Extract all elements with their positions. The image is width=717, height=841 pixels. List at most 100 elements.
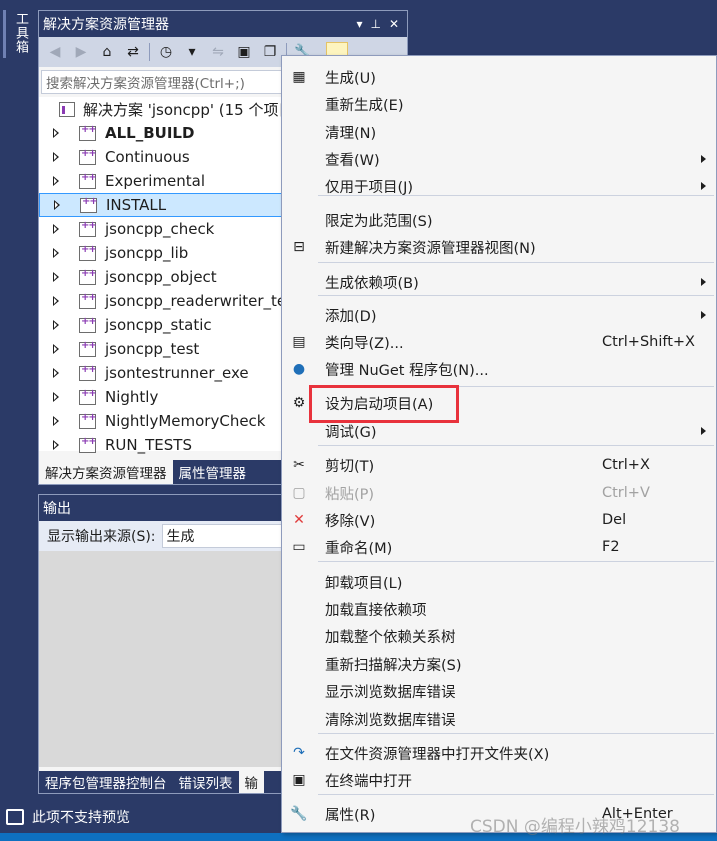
menu-separator: [318, 295, 714, 296]
history-icon[interactable]: ◷: [156, 42, 176, 62]
expand-arrow-icon[interactable]: [51, 439, 61, 451]
menu-item[interactable]: ↷ 在文件资源管理器中打开文件夹(X): [282, 740, 716, 766]
pin-icon[interactable]: ⊥: [370, 17, 380, 31]
build-icon: ▦: [292, 69, 306, 85]
menu-item-label: 仅用于项目(J): [325, 179, 414, 196]
expand-arrow-icon[interactable]: [51, 151, 61, 163]
menu-item[interactable]: ● 管理 NuGet 程序包(N)...: [282, 356, 716, 382]
cpp-project-icon: [79, 364, 96, 381]
menu-item[interactable]: 卸载项目(L): [282, 569, 716, 595]
project-label: NightlyMemoryCheck: [105, 412, 266, 430]
expand-arrow-icon[interactable]: [51, 223, 61, 235]
expand-arrow-icon[interactable]: [51, 127, 61, 139]
expand-arrow-icon[interactable]: [52, 199, 62, 211]
tab-output[interactable]: 输: [238, 771, 264, 793]
nuget-icon: ●: [292, 361, 306, 377]
terminal-icon: ▣: [292, 772, 306, 788]
submenu-arrow-icon: [701, 427, 706, 435]
status-text: 此项不支持预览: [32, 809, 130, 826]
watermark: CSDN @编程小辣鸡12138: [470, 817, 680, 837]
menu-item-label: 调试(G): [325, 424, 377, 441]
expand-arrow-icon[interactable]: [51, 175, 61, 187]
collapse-all-icon[interactable]: ▣: [234, 42, 254, 62]
cpp-project-icon: [79, 244, 96, 261]
menu-anchor-tab: [326, 42, 348, 56]
menu-item-label: 生成(U): [325, 70, 376, 87]
forward-icon[interactable]: ▶: [71, 42, 91, 62]
back-icon[interactable]: ◀: [45, 42, 65, 62]
submenu-arrow-icon: [701, 278, 706, 286]
tab-package-manager-console[interactable]: 程序包管理器控制台: [39, 771, 173, 793]
solution-explorer-title-bar: 解决方案资源管理器 ▾ ⊥ ✕: [39, 11, 407, 37]
menu-item[interactable]: 显示浏览数据库错误: [282, 678, 716, 704]
menu-item-label: 加载整个依赖关系树: [325, 629, 456, 646]
cpp-project-icon: [79, 268, 96, 285]
project-label: Continuous: [105, 148, 190, 166]
menu-item[interactable]: ✂ 剪切(T) Ctrl+X: [282, 452, 716, 478]
menu-item-label: 重新生成(E): [325, 97, 404, 114]
menu-item[interactable]: 重新生成(E): [282, 91, 716, 117]
menu-item[interactable]: 生成依赖项(B): [282, 269, 716, 295]
menu-item-label: 清除浏览数据库错误: [325, 712, 456, 729]
menu-item[interactable]: 限定为此范围(S): [282, 207, 716, 233]
switch-views-icon[interactable]: ⇄: [123, 42, 143, 62]
rename-icon: ▭: [292, 539, 306, 555]
menu-item[interactable]: ▢ 粘贴(P) Ctrl+V: [282, 480, 716, 506]
show-all-files-icon[interactable]: ❐: [260, 42, 280, 62]
menu-item[interactable]: 清理(N): [282, 119, 716, 145]
submenu-arrow-icon: [701, 155, 706, 163]
cpp-project-icon: [79, 292, 96, 309]
tab-error-list[interactable]: 错误列表: [173, 771, 239, 793]
menu-item-shortcut: Ctrl+X: [602, 457, 650, 473]
menu-item-label: 重新扫描解决方案(S): [325, 657, 462, 674]
menu-item[interactable]: ✕ 移除(V) Del: [282, 507, 716, 533]
menu-item-label: 类向导(Z)...: [325, 335, 404, 352]
menu-item[interactable]: 重新扫描解决方案(S): [282, 651, 716, 677]
comment-icon: [6, 808, 24, 825]
cpp-project-icon: [79, 148, 96, 165]
expand-arrow-icon[interactable]: [51, 367, 61, 379]
menu-item-label: 管理 NuGet 程序包(N)...: [325, 362, 489, 379]
menu-item-label: 限定为此范围(S): [325, 213, 433, 230]
dropdown-icon[interactable]: ▾: [356, 17, 362, 31]
menu-item[interactable]: ▤ 类向导(Z)... Ctrl+Shift+X: [282, 329, 716, 355]
menu-item[interactable]: 加载直接依赖项: [282, 596, 716, 622]
menu-item[interactable]: 查看(W): [282, 146, 716, 172]
toolbar-divider: [149, 43, 150, 61]
new-view-icon: ⊟: [293, 239, 305, 255]
solution-explorer-title: 解决方案资源管理器: [43, 17, 169, 33]
tab-property-manager[interactable]: 属性管理器: [173, 460, 253, 484]
remove-icon: ✕: [293, 512, 305, 528]
expand-arrow-icon[interactable]: [51, 319, 61, 331]
menu-item-label: 剪切(T): [325, 458, 375, 475]
menu-item[interactable]: ▭ 重命名(M) F2: [282, 534, 716, 560]
sync-icon[interactable]: ⇋: [208, 42, 228, 62]
project-label: ALL_BUILD: [105, 124, 195, 142]
menu-item[interactable]: 清除浏览数据库错误: [282, 706, 716, 732]
toolbox-strip: 工具箱: [0, 0, 38, 800]
home-icon[interactable]: ⌂: [97, 42, 117, 62]
expand-arrow-icon[interactable]: [51, 415, 61, 427]
menu-item[interactable]: ⊟ 新建解决方案资源管理器视图(N): [282, 234, 716, 260]
paste-icon: ▢: [292, 485, 306, 501]
menu-separator: [318, 733, 714, 734]
menu-item[interactable]: ▣ 在终端中打开: [282, 767, 716, 793]
menu-item[interactable]: 添加(D): [282, 302, 716, 328]
expand-arrow-icon[interactable]: [51, 343, 61, 355]
cpp-project-icon: [79, 316, 96, 333]
scissors-icon: ✂: [293, 457, 305, 473]
chevron-down-icon[interactable]: ▾: [182, 42, 202, 62]
menu-item[interactable]: 加载整个依赖关系树: [282, 623, 716, 649]
expand-arrow-icon[interactable]: [51, 247, 61, 259]
tab-solution-explorer[interactable]: 解决方案资源管理器: [39, 460, 173, 484]
expand-arrow-icon[interactable]: [51, 391, 61, 403]
project-label: INSTALL: [106, 196, 167, 214]
expand-arrow-icon[interactable]: [51, 295, 61, 307]
cpp-project-icon: [79, 388, 96, 405]
expand-arrow-icon[interactable]: [51, 271, 61, 283]
menu-item-label: 重命名(M): [325, 540, 393, 557]
toolbox-tab[interactable]: 工具箱: [6, 10, 30, 58]
menu-item[interactable]: ▦ 生成(U): [282, 64, 716, 90]
menu-item-shortcut: Ctrl+V: [602, 485, 650, 501]
close-icon[interactable]: ✕: [389, 17, 399, 31]
